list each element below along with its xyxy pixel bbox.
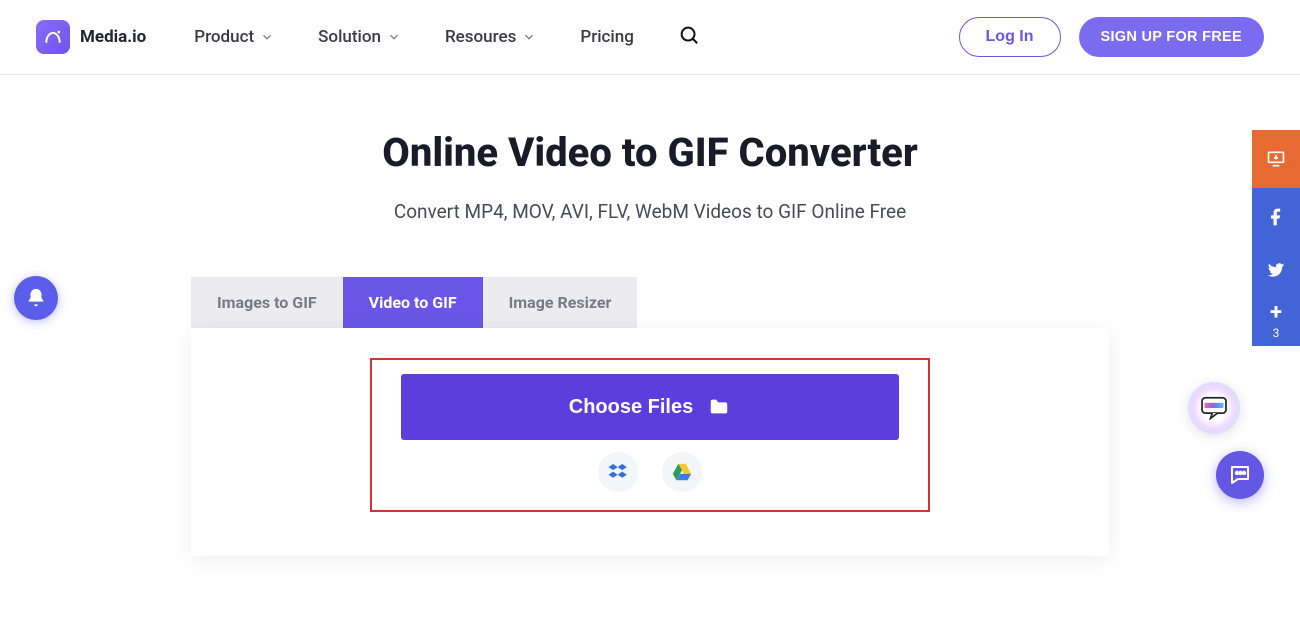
tab-video-to-gif[interactable]: Video to GIF	[343, 277, 483, 328]
nav-label: Solution	[318, 27, 381, 47]
search-icon	[678, 24, 700, 46]
chat-icon	[1228, 463, 1252, 487]
twitter-icon	[1266, 260, 1286, 280]
page-subtitle: Convert MP4, MOV, AVI, FLV, WebM Videos …	[0, 200, 1300, 223]
google-drive-source-button[interactable]	[662, 452, 702, 492]
rail-download-button[interactable]	[1252, 130, 1300, 188]
brand-logo[interactable]: Media.io	[36, 20, 146, 54]
bell-icon	[25, 287, 47, 309]
brand-mark-icon	[36, 20, 70, 54]
dropbox-icon	[607, 461, 629, 483]
choose-files-button[interactable]: Choose Files	[401, 374, 899, 440]
signup-button[interactable]: SIGN UP FOR FREE	[1079, 17, 1265, 57]
share-rail: + 3	[1252, 130, 1300, 346]
monitor-download-icon	[1266, 149, 1286, 169]
rail-twitter-button[interactable]	[1252, 246, 1300, 294]
login-button[interactable]: Log In	[959, 17, 1061, 57]
nav-label: Resoures	[445, 27, 516, 47]
nav-item-product[interactable]: Product	[194, 27, 274, 47]
chevron-down-icon	[260, 30, 274, 44]
plus-icon: +	[1270, 304, 1282, 322]
nav-label: Product	[194, 27, 254, 47]
converter-tabs: Images to GIF Video to GIF Image Resizer	[191, 277, 1109, 328]
notifications-fab[interactable]	[14, 276, 58, 320]
upload-highlight-box: Choose Files	[370, 358, 930, 512]
chat-fab[interactable]	[1216, 451, 1264, 499]
tab-images-to-gif[interactable]: Images to GIF	[191, 277, 343, 328]
choose-files-label: Choose Files	[569, 396, 693, 419]
tab-image-resizer[interactable]: Image Resizer	[483, 277, 638, 328]
speech-palette-icon	[1200, 396, 1228, 420]
facebook-icon	[1266, 207, 1286, 227]
brand-name: Media.io	[80, 27, 146, 47]
search-button[interactable]	[678, 24, 700, 50]
rail-more-button[interactable]: + 3	[1252, 294, 1300, 346]
page-title: Online Video to GIF Converter	[0, 129, 1300, 176]
header: Media.io Product Solution Resoures Prici…	[0, 0, 1300, 75]
folder-icon	[707, 396, 731, 418]
google-drive-icon	[671, 461, 693, 483]
nav-item-solution[interactable]: Solution	[318, 27, 401, 47]
nav-item-resources[interactable]: Resoures	[445, 27, 536, 47]
nav-label: Pricing	[580, 27, 634, 47]
upload-card: Choose Files	[191, 328, 1109, 556]
dropbox-source-button[interactable]	[598, 452, 638, 492]
primary-nav: Product Solution Resoures Pricing	[194, 27, 634, 47]
rail-facebook-button[interactable]	[1252, 188, 1300, 246]
chevron-down-icon	[387, 30, 401, 44]
share-count: 3	[1273, 326, 1280, 340]
feedback-bubble[interactable]	[1188, 382, 1240, 434]
chevron-down-icon	[522, 30, 536, 44]
cloud-source-row	[372, 452, 928, 492]
nav-item-pricing[interactable]: Pricing	[580, 27, 634, 47]
